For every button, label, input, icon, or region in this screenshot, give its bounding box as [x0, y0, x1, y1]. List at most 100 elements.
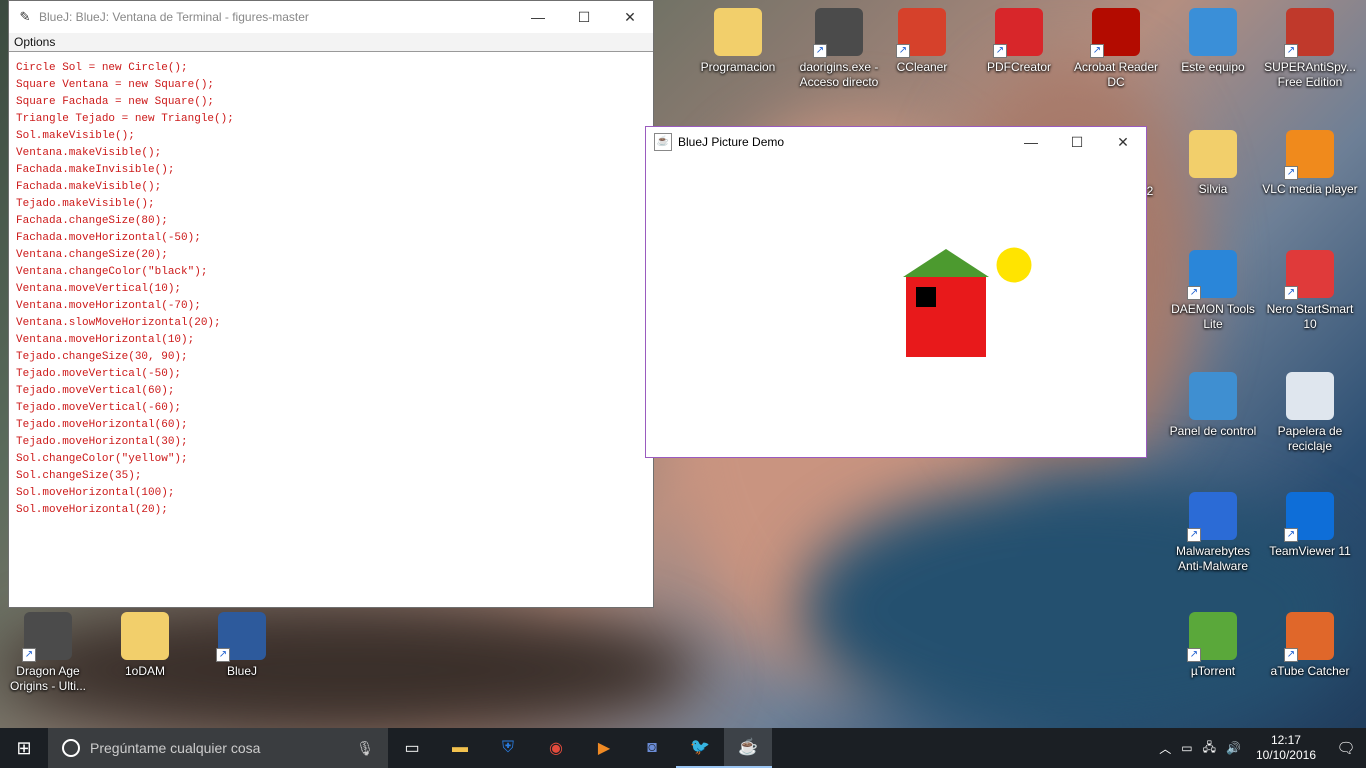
taskbar-media-player[interactable]: ▶ [580, 728, 628, 768]
shortcut-arrow-icon: ↗ [813, 44, 827, 58]
task-view-button[interactable]: ▭ [388, 728, 436, 768]
desktop-icon[interactable]: ↗ SUPERAntiSpy... Free Edition [1262, 8, 1358, 90]
desktop-icon[interactable]: ↗ PDFCreator [971, 8, 1067, 75]
terminal-line: Fachada.makeInvisible(); [16, 164, 175, 176]
terminal-output[interactable]: Circle Sol = new Circle(); Square Ventana… [9, 52, 653, 519]
taskbar-chrome[interactable]: ◉ [532, 728, 580, 768]
teamviewer-icon: ↗ [1284, 492, 1334, 542]
desktop-icon-label: Este equipo [1181, 60, 1245, 74]
shortcut-arrow-icon: ↗ [1187, 648, 1201, 662]
control-panel-icon [1189, 372, 1237, 420]
terminal-line: Circle Sol = new Circle(); [16, 62, 188, 74]
menu-options[interactable]: Options [14, 35, 55, 49]
battery-icon[interactable]: ▭ [1181, 741, 1192, 755]
desktop-icon[interactable]: ↗ CCleaner [874, 8, 970, 75]
terminal-line: Ventana.changeSize(20); [16, 249, 168, 261]
utorrent-icon: ↗ [1187, 612, 1237, 662]
terminal-line: Fachada.moveHorizontal(-50); [16, 232, 201, 244]
nero-icon: ↗ [1284, 250, 1334, 300]
desktop-icon[interactable]: Programacion [690, 8, 786, 75]
shortcut-arrow-icon: ↗ [1187, 286, 1201, 300]
volume-icon[interactable]: 🔊 [1226, 741, 1241, 755]
superantispyware-icon: ↗ [1284, 8, 1334, 58]
desktop-icon-label: CCleaner [896, 60, 948, 74]
bluej-icon: 🐦 [690, 739, 710, 756]
terminal-line: Sol.makeVisible(); [16, 130, 135, 142]
gamepad-icon: ◙ [647, 739, 657, 756]
desktop-icon[interactable]: ↗ µTorrent [1165, 612, 1261, 679]
minimize-button[interactable]: — [515, 1, 561, 33]
desktop-icon[interactable]: ↗ aTube Catcher [1262, 612, 1358, 679]
taskbar-game-controller[interactable]: ◙ [628, 728, 676, 768]
desktop-icon[interactable]: ↗ Dragon Age Origins - Ulti... [0, 612, 96, 694]
network-icon[interactable]: 🖧 [1203, 738, 1216, 759]
desktop-icon[interactable]: 1oDAM [97, 612, 193, 679]
taskbar-security[interactable]: ⛨ [484, 728, 532, 768]
folder-icon [121, 612, 169, 660]
desktop-icon[interactable]: ↗ daorigins.exe - Acceso directo [791, 8, 887, 90]
chevron-up-icon[interactable]: ︿ [1159, 740, 1171, 757]
microphone-icon[interactable]: 🎙 [356, 740, 374, 757]
desktop-icon-label: Papelera de reciclaje [1277, 424, 1343, 453]
desktop-icon-label: Acrobat Reader DC [1073, 60, 1159, 89]
terminal-titlebar[interactable]: ✎ BlueJ: BlueJ: Ventana de Terminal - fi… [9, 1, 653, 33]
minimize-button[interactable]: — [1008, 126, 1054, 158]
taskbar-file-explorer[interactable]: ▬ [436, 728, 484, 768]
shortcut-arrow-icon: ↗ [216, 648, 230, 662]
desktop-icon[interactable]: Silvia [1165, 130, 1261, 197]
shortcut-arrow-icon: ↗ [993, 44, 1007, 58]
notifications-icon[interactable]: 🗨 [1326, 739, 1366, 757]
desktop-icon[interactable]: ↗ Nero StartSmart 10 [1262, 250, 1358, 332]
close-button[interactable]: ✕ [1100, 126, 1146, 158]
shortcut-arrow-icon: ↗ [1284, 286, 1298, 300]
desktop-icon[interactable]: ↗ Malwarebytes Anti-Malware [1165, 492, 1261, 574]
desktop-icon[interactable]: ↗ BlueJ [194, 612, 290, 679]
desktop-icon[interactable]: Este equipo [1165, 8, 1261, 75]
terminal-line: Tejado.moveHorizontal(30); [16, 436, 188, 448]
shortcut-arrow-icon: ↗ [1284, 166, 1298, 180]
picture-demo-window[interactable]: ☕ BlueJ Picture Demo — ☐ ✕ [645, 126, 1147, 458]
terminal-line: Sol.changeSize(35); [16, 470, 142, 482]
demo-titlebar[interactable]: ☕ BlueJ Picture Demo — ☐ ✕ [646, 127, 1146, 157]
start-button[interactable]: ⊞ [0, 728, 48, 768]
terminal-line: Sol.moveHorizontal(20); [16, 504, 168, 516]
dragon-age-icon: ↗ [22, 612, 72, 662]
terminal-line: Square Fachada = new Square(); [16, 96, 215, 108]
desktop-icon-label: Dragon Age Origins - Ulti... [9, 664, 86, 693]
taskbar-java[interactable]: ☕ [724, 728, 772, 768]
desktop-icon[interactable]: ↗ DAEMON Tools Lite [1165, 250, 1261, 332]
bluej-icon: ✎ [19, 9, 31, 24]
shortcut-arrow-icon: ↗ [1284, 44, 1298, 58]
maximize-button[interactable]: ☐ [561, 1, 607, 33]
ccleaner-icon: ↗ [896, 8, 946, 58]
shortcut-arrow-icon: ↗ [1090, 44, 1104, 58]
task-view-icon: ▭ [404, 740, 420, 757]
windows-logo-icon: ⊞ [16, 737, 32, 758]
taskbar-bluej[interactable]: 🐦 [676, 728, 724, 768]
system-tray: ︿ ▭ 🖧 🔊 12:17 10/10/2016 🗨 [1154, 728, 1366, 768]
desktop-icon-label: PDFCreator [986, 60, 1051, 74]
maximize-button[interactable]: ☐ [1054, 126, 1100, 158]
desktop-icon-label: TeamViewer 11 [1269, 544, 1351, 558]
close-button[interactable]: ✕ [607, 1, 653, 33]
clock[interactable]: 12:17 10/10/2016 [1256, 733, 1316, 763]
desktop-icon-label: Programacion [700, 60, 776, 74]
terminal-line: Tejado.moveVertical(-50); [16, 368, 182, 380]
terminal-line: Ventana.makeVisible(); [16, 147, 162, 159]
terminal-line: Triangle Tejado = new Triangle(); [16, 113, 234, 125]
desktop-icon[interactable]: ↗ TeamViewer 11 [1262, 492, 1358, 559]
terminal-line: Ventana.slowMoveHorizontal(20); [16, 317, 221, 329]
desktop-icon[interactable]: ↗ Acrobat Reader DC [1068, 8, 1164, 90]
desktop-icon[interactable]: Panel de control [1165, 372, 1261, 439]
terminal-line: Fachada.makeVisible(); [16, 181, 162, 193]
desktop-icon-label: VLC media player [1262, 182, 1358, 196]
bluej-icon: ↗ [216, 612, 266, 662]
shortcut-arrow-icon: ↗ [1284, 648, 1298, 662]
terminal-window[interactable]: ✎ BlueJ: BlueJ: Ventana de Terminal - fi… [8, 0, 654, 608]
search-box[interactable]: Pregúntame cualquier cosa 🎙 [48, 728, 388, 768]
folder-icon [1189, 130, 1237, 178]
desktop-icon[interactable]: Papelera de reciclaje [1262, 372, 1358, 454]
desktop-icon[interactable]: ↗ VLC media player [1262, 130, 1358, 197]
shield-icon: ⛨ [501, 739, 514, 756]
house-roof [903, 249, 989, 277]
